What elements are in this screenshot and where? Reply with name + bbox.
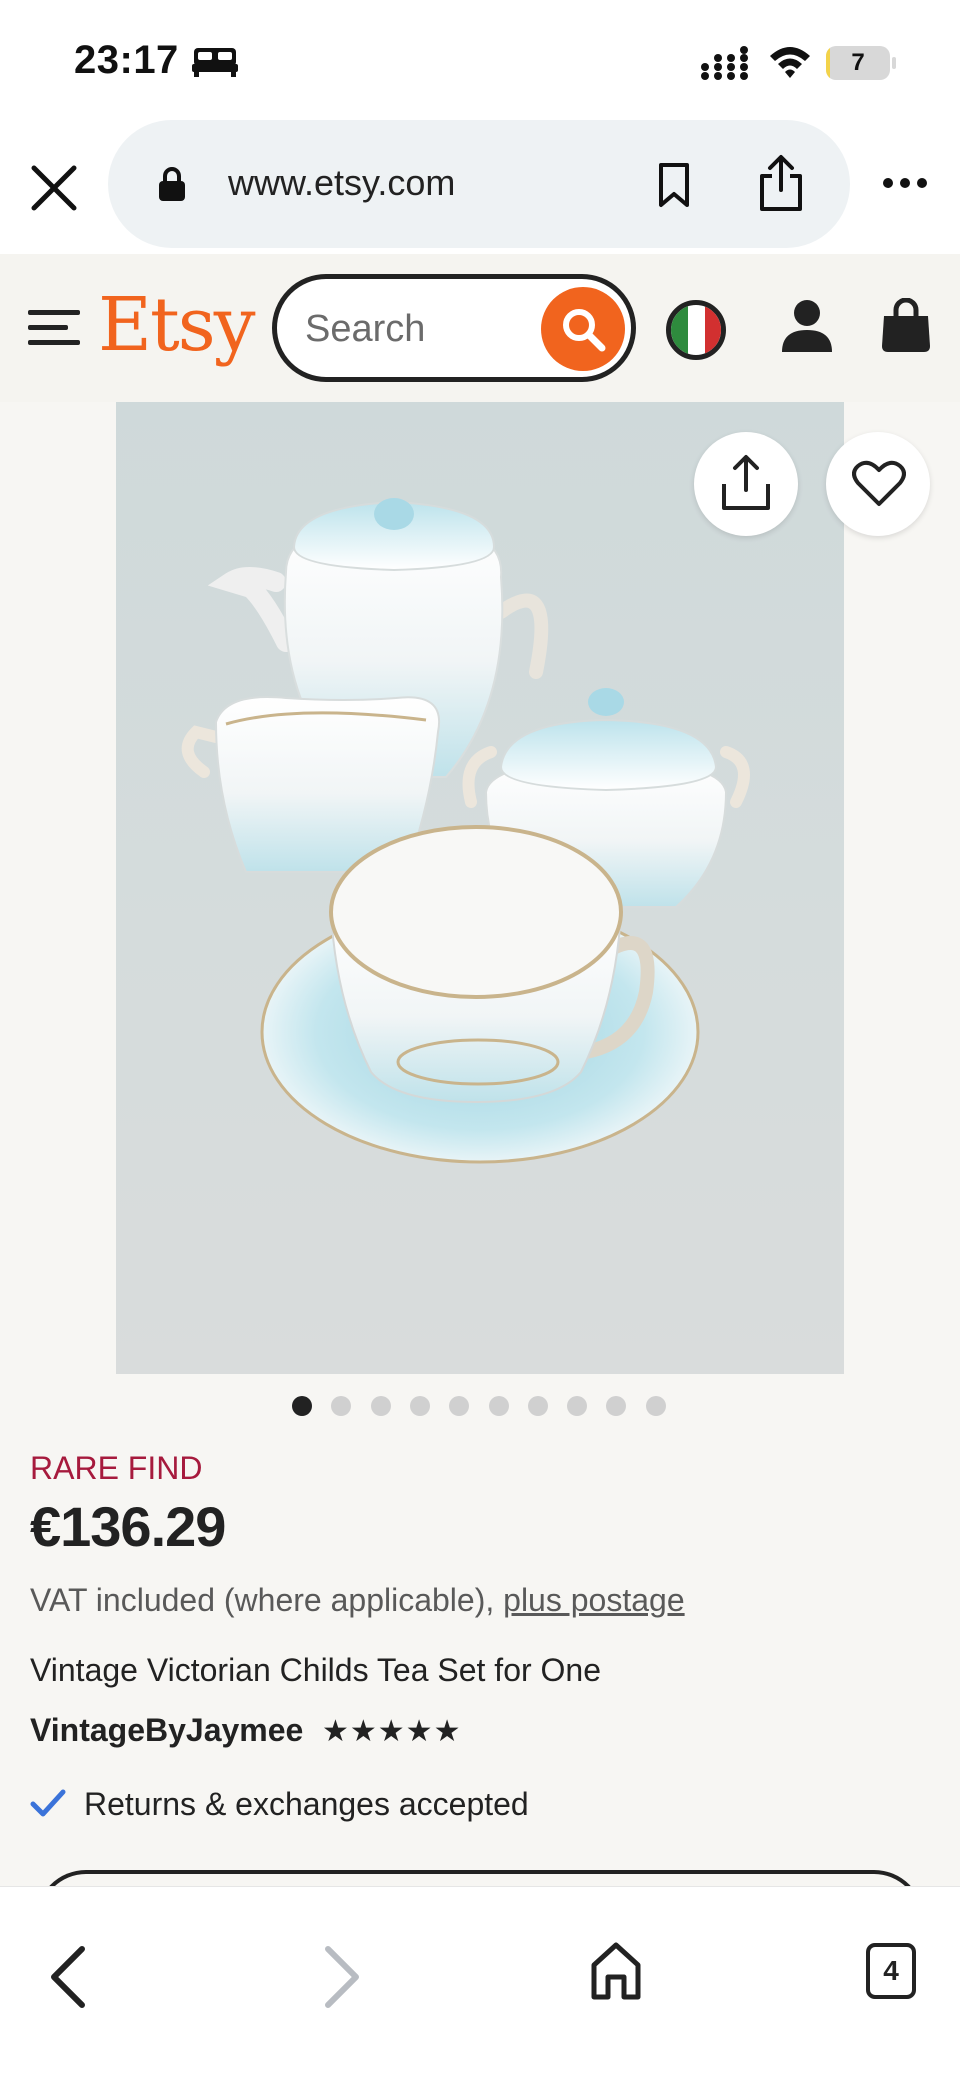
price: €136.29 xyxy=(30,1495,226,1558)
image-pagination xyxy=(292,1396,672,1420)
image-dot[interactable] xyxy=(567,1396,588,1416)
home-icon[interactable] xyxy=(590,1941,642,2001)
image-dot[interactable] xyxy=(645,1396,666,1416)
battery-level: 7 xyxy=(851,49,865,76)
image-dot[interactable] xyxy=(292,1396,312,1416)
rare-find-badge: RARE FIND xyxy=(30,1450,203,1486)
rating-stars[interactable]: ★★★★★ xyxy=(322,1714,472,1748)
back-icon[interactable] xyxy=(48,1945,88,2009)
image-dot[interactable] xyxy=(527,1396,548,1416)
vat-text: VAT included (where applicable), xyxy=(30,1582,504,1618)
listing-content: RARE FIND €136.29 VAT included (where ap… xyxy=(0,402,960,1886)
italy-flag-icon[interactable] xyxy=(666,300,726,360)
forward-icon[interactable] xyxy=(322,1945,362,2009)
image-dot[interactable] xyxy=(370,1396,391,1416)
tabs-button[interactable]: 4 xyxy=(866,1943,916,1999)
signal-icon xyxy=(701,46,748,80)
search-icon xyxy=(563,309,606,352)
product-title: Vintage Victorian Childs Tea Set for One xyxy=(30,1652,602,1688)
heart-icon xyxy=(852,460,906,506)
bed-icon xyxy=(192,48,238,77)
wifi-icon xyxy=(770,47,810,78)
image-dot[interactable] xyxy=(488,1396,509,1416)
url-text[interactable]: www.etsy.com xyxy=(228,162,455,204)
image-dot[interactable] xyxy=(449,1396,470,1416)
menu-icon[interactable] xyxy=(28,308,80,348)
image-dot[interactable] xyxy=(409,1396,430,1416)
vat-info: VAT included (where applicable), plus po… xyxy=(30,1582,685,1619)
image-dot[interactable] xyxy=(606,1396,627,1416)
browser-toolbar: 4 xyxy=(0,1886,960,2078)
postage-link[interactable]: plus postage xyxy=(503,1582,684,1618)
status-bar: 23:17 7 xyxy=(0,0,960,120)
product-image[interactable] xyxy=(116,402,844,1374)
share-listing-button[interactable] xyxy=(694,432,798,536)
bookmark-icon[interactable] xyxy=(656,162,692,208)
search-input[interactable] xyxy=(305,303,525,355)
more-icon[interactable] xyxy=(882,176,928,190)
search-button[interactable] xyxy=(541,287,625,371)
status-time: 23:17 xyxy=(74,38,179,82)
check-icon xyxy=(30,1789,66,1817)
search-box xyxy=(272,274,636,382)
share-icon[interactable] xyxy=(756,154,806,212)
share-icon xyxy=(722,455,770,510)
favorite-button[interactable] xyxy=(826,432,930,536)
etsy-logo[interactable]: Etsy xyxy=(98,282,256,368)
add-to-basket-button[interactable] xyxy=(36,1870,924,1886)
bag-icon[interactable] xyxy=(880,298,932,354)
url-bar[interactable]: www.etsy.com xyxy=(108,120,850,248)
returns-policy: Returns & exchanges accepted xyxy=(84,1786,529,1822)
shop-name[interactable]: VintageByJaymee xyxy=(30,1712,303,1749)
lock-icon xyxy=(159,167,185,201)
tabs-count: 4 xyxy=(883,1955,899,1986)
battery-icon: 7 xyxy=(826,46,896,80)
image-dot[interactable] xyxy=(331,1396,352,1416)
tea-set-photo xyxy=(181,498,750,1164)
close-icon[interactable] xyxy=(28,162,80,214)
etsy-header: Etsy xyxy=(0,254,960,402)
user-icon[interactable] xyxy=(780,298,834,354)
browser-bar: www.etsy.com xyxy=(0,120,960,254)
